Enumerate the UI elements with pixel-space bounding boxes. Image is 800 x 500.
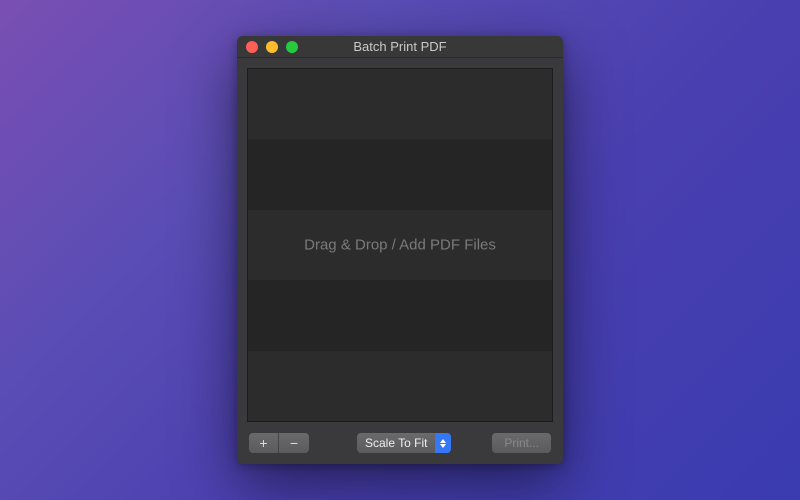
minimize-icon[interactable] [266,41,278,53]
maximize-icon[interactable] [286,41,298,53]
plus-icon: + [259,436,267,450]
app-window: Batch Print PDF Drag & Drop / Add PDF Fi… [237,36,563,464]
dropzone-placeholder: Drag & Drop / Add PDF Files [304,237,496,254]
stepper-arrows-icon [435,433,451,453]
print-button[interactable]: Print... [492,433,551,453]
scale-mode-label: Scale To Fit [357,433,435,453]
chevron-up-icon [440,439,446,443]
list-row [248,139,552,209]
add-remove-segment: + − [249,433,309,453]
remove-button[interactable]: − [279,433,309,453]
bottom-toolbar: + − Scale To Fit Print... [247,422,553,464]
chevron-down-icon [440,444,446,448]
scale-mode-select[interactable]: Scale To Fit [357,433,451,453]
content-area: Drag & Drop / Add PDF Files + − Scale To… [237,58,563,464]
list-row [248,280,552,350]
add-button[interactable]: + [249,433,279,453]
close-icon[interactable] [246,41,258,53]
minus-icon: − [290,436,298,450]
list-row [248,351,552,421]
titlebar[interactable]: Batch Print PDF [237,36,563,58]
file-dropzone[interactable]: Drag & Drop / Add PDF Files [247,68,553,422]
list-row [248,69,552,139]
traffic-lights [237,41,298,53]
